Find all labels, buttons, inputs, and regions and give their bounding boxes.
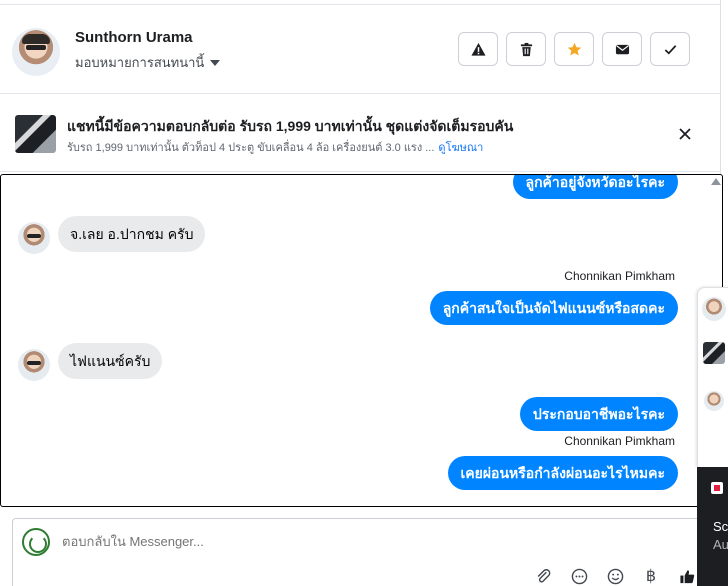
saved-replies-icon[interactable] [570,567,588,585]
ad-referral-banner: แชทนี้มีข้อความตอบกลับต่อ รับรถ 1,999 บา… [0,95,720,172]
sender-name: Chonnikan Pimkham [564,434,675,448]
saved-replies-glyph [571,568,587,584]
assign-label: มอบหมายการสนทนานี้ [75,55,205,70]
conversation-actions [458,32,690,66]
avatar-glasses [27,361,41,365]
outgoing-message: ลูกค้าอยู่จังหวัดอะไรคะ [512,175,678,199]
notification-line-1: Sc [713,519,728,534]
emoji-glyph [607,568,623,584]
notification-panel: Sc Au [697,467,728,586]
view-ad-link[interactable]: ดูโฆษณา [438,142,483,154]
outgoing-message: เคยผ่อนหรือกำลังผ่อนอะไรไหมคะ [447,456,678,490]
contact-avatar-small [18,349,50,381]
chat-heads-panel [697,287,728,467]
baht-symbol: ฿ [645,568,657,585]
outgoing-message: ประกอบอาชีพอะไรคะ [519,397,678,431]
emoji-icon[interactable] [606,567,624,585]
contact-avatar-small [18,222,50,254]
chat-head-avatar[interactable] [704,391,724,411]
trash-icon [520,42,532,56]
page-avatar [22,528,50,556]
avatar-hair [22,34,50,44]
incoming-message: จ.เลย อ.ปากชม ครับ [58,216,206,252]
incoming-message: ไฟแนนซ์ครับ [58,343,163,379]
report-button[interactable] [458,32,498,66]
paperclip-icon[interactable] [534,567,552,585]
contact-name[interactable]: Sunthorn Urama [75,29,193,46]
star-button[interactable] [554,32,594,66]
delete-button[interactable] [506,32,546,66]
paperclip-glyph [537,568,550,582]
outgoing-message: ลูกค้าสนใจเป็นจัดไฟแนนซ์หรือสดคะ [429,291,678,325]
caret-down-icon [210,59,221,66]
chat-head-avatar[interactable] [702,297,726,321]
notification-line-2: Au [713,537,728,552]
mark-done-button[interactable] [650,32,690,66]
sender-name: Chonnikan Pimkham [564,269,675,283]
right-divider [720,0,721,174]
envelope-icon [615,44,629,54]
reply-input[interactable] [62,534,662,549]
ad-subtitle-text: รับรถ 1,999 บาทเท่านั้น ตัวท็อป 4 ประตู … [67,142,435,154]
check-icon [664,44,676,54]
message-thread[interactable]: ลูกค้าอยู่จังหวัดอะไรคะ จ.เลย อ.ปากชม คร… [0,174,723,507]
thumbs-up-glyph [679,569,694,583]
app-icon [711,482,723,494]
avatar-glasses [27,234,41,238]
warning-icon [470,42,486,56]
mark-unread-button[interactable] [602,32,642,66]
ad-subtitle: รับรถ 1,999 บาทเท่านั้น ตัวท็อป 4 ประตู … [67,138,483,156]
star-icon [567,42,581,55]
avatar-glasses [26,45,46,50]
contact-avatar[interactable] [12,28,60,76]
top-divider [0,0,720,5]
ad-title: แชทนี้มีข้อความตอบกลับต่อ รับรถ 1,999 บา… [67,118,514,134]
assign-conversation-dropdown[interactable]: มอบหมายการสนทนานี้ [75,52,221,73]
conversation-header: Sunthorn Urama มอบหมายการสนทนานี้ [0,6,720,94]
close-icon[interactable] [676,125,694,143]
payment-icon[interactable]: ฿ [642,567,660,585]
composer-toolbar: ฿ [534,567,696,585]
thumbs-up-icon[interactable] [678,567,696,585]
ad-thumbnail[interactable] [15,115,56,153]
reply-composer: ฿ [12,518,702,586]
scroll-up-arrow-icon[interactable] [711,178,721,185]
chat-head-ad-thumbnail[interactable] [703,342,725,364]
